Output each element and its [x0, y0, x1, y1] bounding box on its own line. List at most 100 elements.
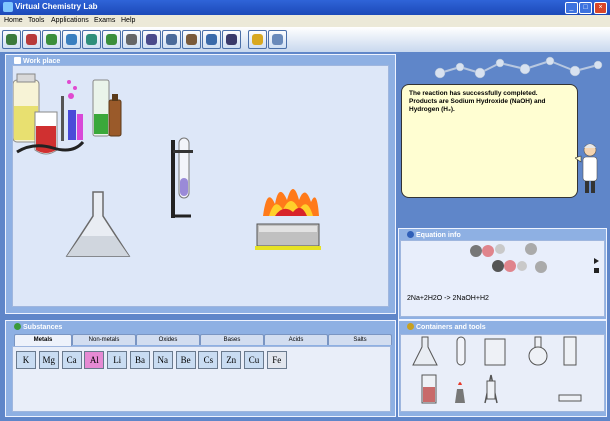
toolbar-button-flask[interactable]	[42, 30, 61, 49]
chat-icon	[272, 34, 283, 45]
edit-icon	[206, 34, 217, 45]
element-be[interactable]: Be	[175, 351, 196, 369]
toolbar-button-bulb[interactable]	[248, 30, 267, 49]
close-button[interactable]: ×	[594, 2, 607, 14]
element-zn[interactable]: Zn	[221, 351, 242, 369]
molecule-icon	[26, 34, 37, 45]
test-tube-rack-icon[interactable]	[61, 80, 83, 141]
title-bar: Virtual Chemistry Lab _ □ ×	[0, 0, 610, 15]
element-k[interactable]: K	[16, 351, 36, 369]
tab-oxides[interactable]: Oxides	[136, 334, 200, 345]
workplace-header: Work place	[14, 57, 60, 65]
toolbar-button-beaker[interactable]	[82, 30, 101, 49]
menu-applications[interactable]: Applications	[51, 17, 89, 24]
tool-tongs-icon[interactable]	[484, 374, 498, 404]
toolbar-button-edit[interactable]	[202, 30, 221, 49]
message-bubble: The reaction has successfully completed.…	[401, 84, 578, 198]
element-al[interactable]: Al	[84, 351, 105, 369]
tool-burner-icon[interactable]	[455, 382, 465, 403]
window-title: Virtual Chemistry Lab	[15, 2, 98, 11]
tab-acids[interactable]: Acids	[264, 334, 328, 345]
flask-small-icon	[14, 323, 21, 330]
clock-icon	[126, 34, 137, 45]
beaker-icon	[86, 34, 97, 45]
reaction-message: The reaction has successfully completed.…	[409, 90, 571, 114]
toolbar-button-table[interactable]	[162, 30, 181, 49]
element-ca[interactable]: Ca	[61, 351, 82, 369]
leaf-icon	[106, 34, 117, 45]
animal-icon	[186, 34, 197, 45]
toolbar-button-molecule[interactable]	[22, 30, 41, 49]
equation-area: 2Na+2H2O -> 2NaOH+H2	[400, 240, 605, 317]
equation-header: Equation info	[407, 231, 461, 239]
message-line-1: The reaction has successfully completed.	[409, 90, 538, 97]
containers-area	[400, 334, 605, 412]
tab-salts[interactable]: Salts	[328, 334, 392, 345]
tools-small-icon	[407, 323, 414, 330]
element-mg[interactable]: Mg	[38, 351, 59, 369]
chart-icon	[66, 34, 77, 45]
brown-bottle-icon[interactable]	[108, 94, 122, 137]
toolbar-button-home[interactable]	[2, 30, 21, 49]
tool-beaker-red-icon[interactable]	[421, 374, 437, 404]
stop-icon[interactable]	[594, 268, 599, 273]
maximize-button[interactable]: □	[579, 2, 592, 14]
substance-tabs: Metals Non-metals Oxides Bases Acids Sal…	[12, 334, 392, 347]
scientist-avatar	[575, 143, 598, 193]
flask-icon	[46, 34, 57, 45]
element-ba[interactable]: Ba	[130, 351, 150, 369]
reaction-equation: 2Na+2H2O -> 2NaOH+H2	[407, 295, 489, 302]
element-fe[interactable]: Fe	[266, 351, 287, 369]
toolbar-button-leaf[interactable]	[102, 30, 121, 49]
toolbar	[0, 27, 610, 79]
document-icon	[146, 34, 157, 45]
play-icon[interactable]	[594, 258, 599, 264]
menu-bar: Home Tools Applications Exams Help	[0, 15, 610, 27]
workplace-title: Work place	[23, 58, 61, 65]
toolbar-button-animal[interactable]	[182, 30, 201, 49]
bulb-icon	[252, 34, 263, 45]
tools-grid	[412, 336, 582, 404]
element-cs[interactable]: Cs	[198, 351, 219, 369]
toolbar-button-clock[interactable]	[122, 30, 141, 49]
molecule-decoration	[434, 56, 603, 79]
menu-home[interactable]: Home	[4, 17, 23, 24]
table-icon	[166, 34, 177, 45]
test-tube-holder-icon[interactable]	[171, 137, 193, 218]
message-line-2: Products are Sodium Hydroxide (NaOH) and	[409, 98, 546, 105]
app-icon	[3, 2, 13, 12]
toolbar-button-document[interactable]	[142, 30, 161, 49]
screen-icon	[226, 34, 237, 45]
toolbar-button-screen[interactable]	[222, 30, 241, 49]
toolbar-button-chat[interactable]	[268, 30, 287, 49]
menu-help[interactable]: Help	[121, 17, 135, 24]
menu-tools[interactable]: Tools	[28, 17, 44, 24]
fire-basin-icon[interactable]	[255, 189, 321, 250]
menu-exams[interactable]: Exams	[94, 17, 115, 24]
substances-title: Substances	[23, 324, 63, 331]
tool-flask-icon[interactable]	[412, 336, 438, 366]
tool-cylinder-icon[interactable]	[563, 336, 577, 366]
minimize-button[interactable]: _	[565, 2, 578, 14]
element-cu[interactable]: Cu	[244, 351, 264, 369]
info-icon	[407, 231, 414, 238]
erlenmeyer-flask-icon[interactable]	[65, 191, 131, 257]
window-icon	[14, 57, 21, 64]
lab-scene	[12, 73, 321, 257]
element-na[interactable]: Na	[152, 351, 173, 369]
toolbar-button-chart[interactable]	[62, 30, 81, 49]
equation-title: Equation info	[416, 232, 461, 239]
substances-header: Substances	[14, 323, 62, 331]
elements-area: K Mg Ca Al Li Ba Na Be Cs Zn Cu Fe	[12, 346, 391, 412]
tool-test-tube-icon[interactable]	[456, 336, 466, 366]
containers-title: Containers and tools	[416, 324, 486, 331]
element-li[interactable]: Li	[107, 351, 128, 369]
tool-round-flask-icon[interactable]	[528, 336, 548, 366]
tab-non-metals[interactable]: Non-metals	[72, 334, 136, 345]
workplace-area[interactable]	[12, 65, 389, 307]
tool-dish-icon[interactable]	[558, 394, 582, 402]
tool-beaker-icon[interactable]	[484, 338, 506, 366]
tab-bases[interactable]: Bases	[200, 334, 264, 345]
containers-header: Containers and tools	[407, 323, 486, 331]
green-bottle-icon[interactable]	[92, 79, 110, 137]
